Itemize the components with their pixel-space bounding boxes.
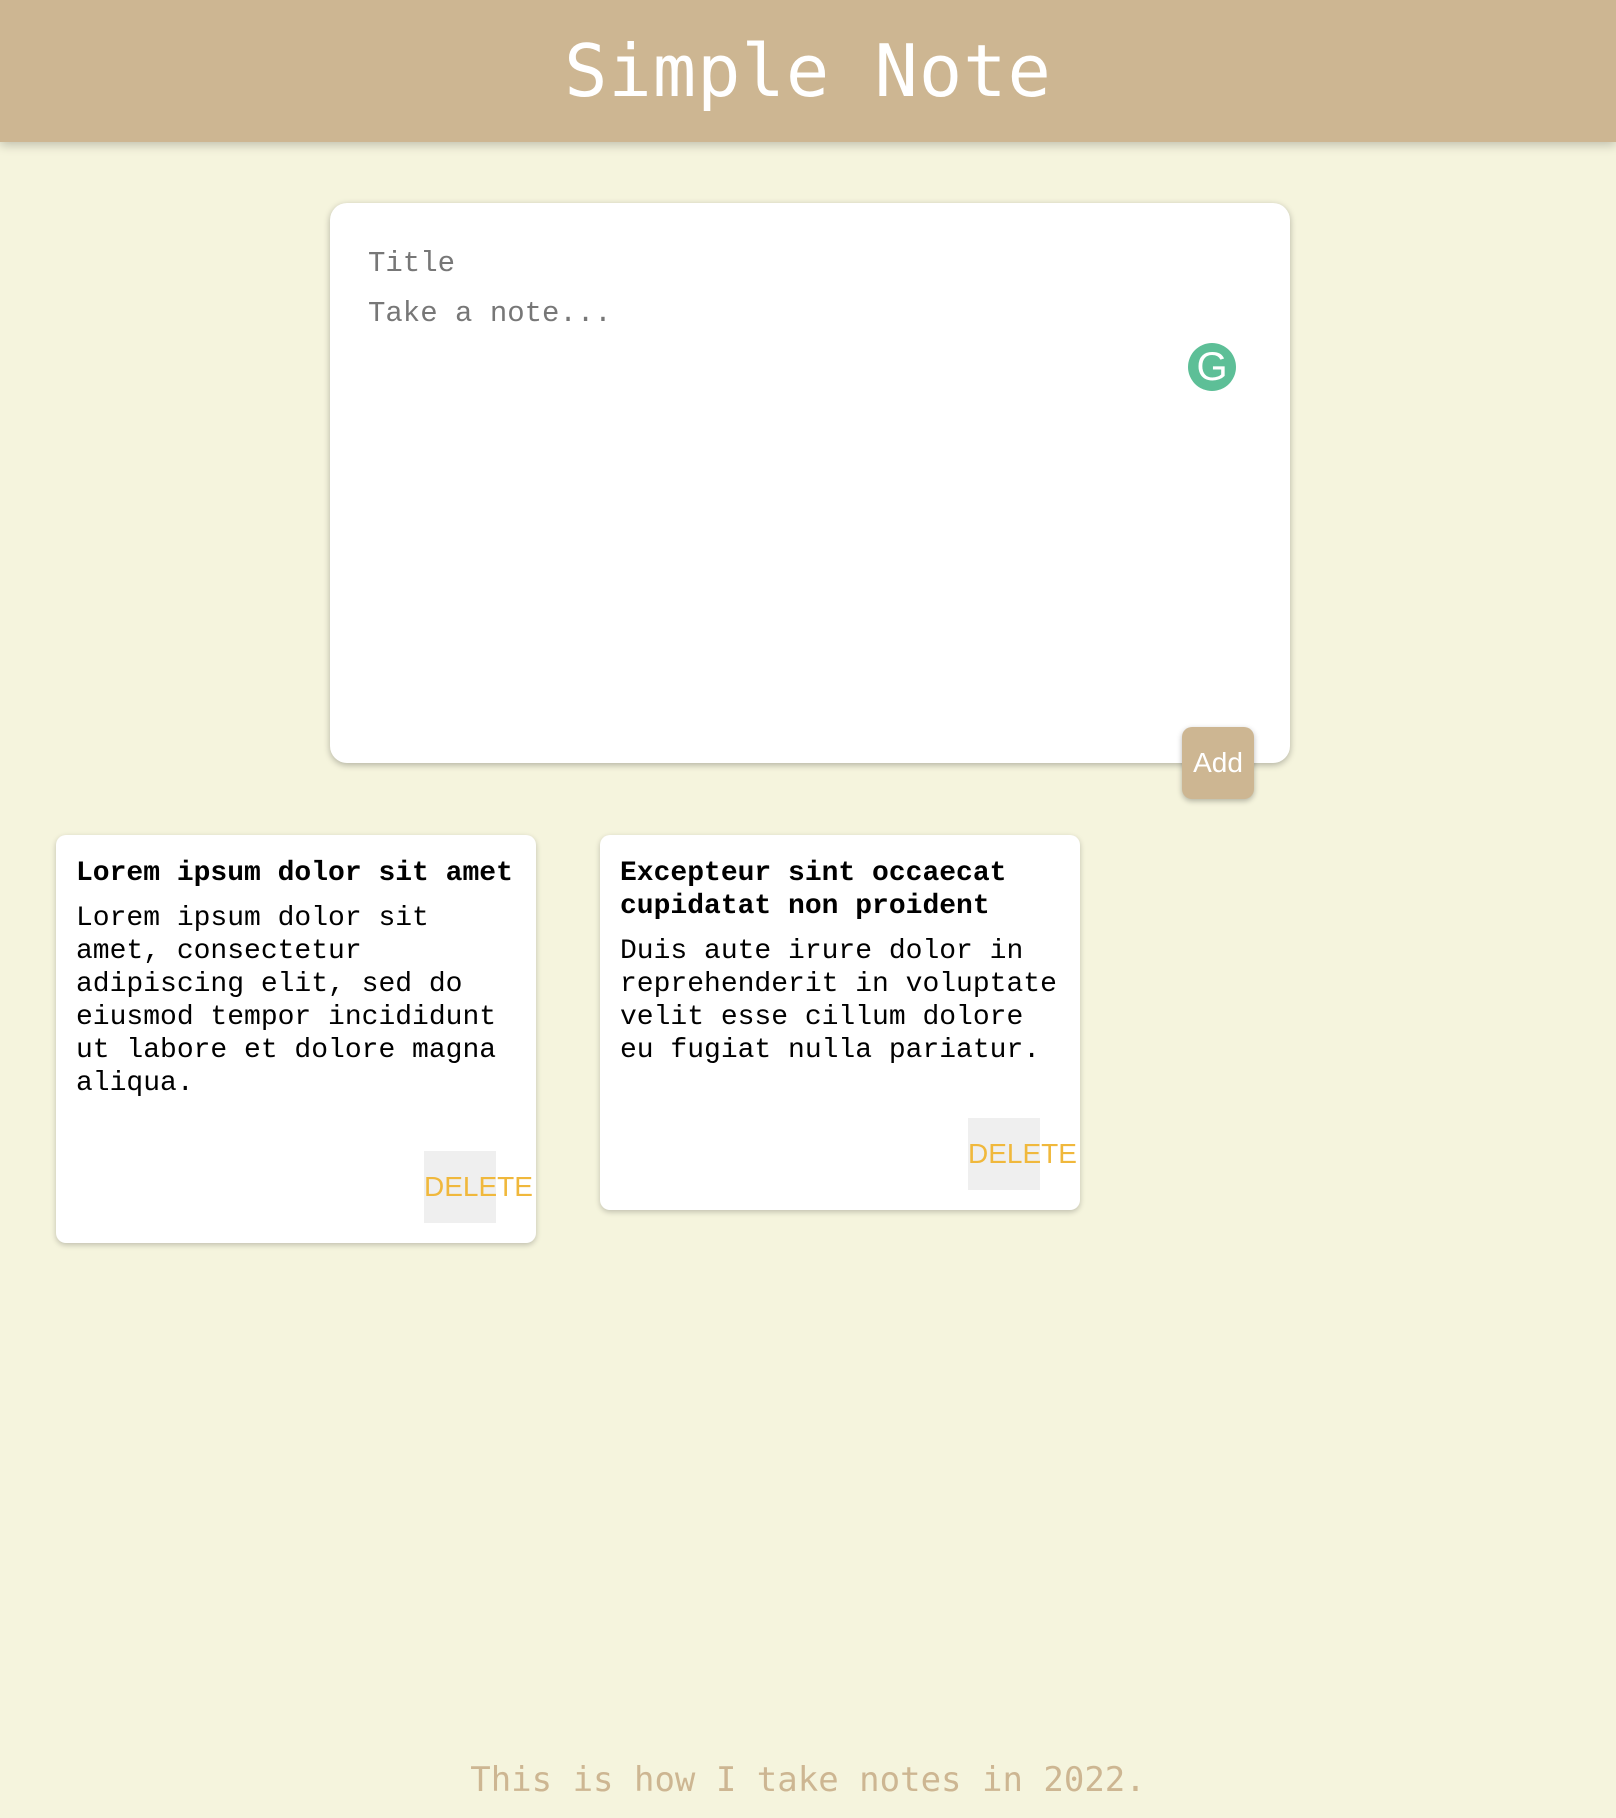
note-composer: G <box>330 203 1290 763</box>
note-content: Lorem ipsum dolor sit amet, consectetur … <box>76 903 497 1099</box>
grammarly-icon[interactable]: G <box>1188 343 1236 391</box>
delete-note-button[interactable]: DELETE <box>968 1118 1077 1190</box>
app-title: Simple Note <box>564 29 1052 113</box>
footer-text: This is how I take notes in 2022. <box>470 1760 1146 1800</box>
note-title-input[interactable] <box>368 243 1248 283</box>
add-note-button[interactable]: Add <box>1182 727 1254 799</box>
note-card: Lorem ipsum dolor sit amet Lorem ipsum d… <box>56 835 536 1243</box>
app-header: Simple Note <box>0 0 1616 142</box>
note-content-textarea[interactable] <box>368 297 1248 717</box>
note-content: Duis aute irure dolor in reprehenderit i… <box>620 936 1057 1066</box>
delete-note-button[interactable]: DELETE <box>424 1151 533 1223</box>
page-footer: This is how I take notes in 2022. <box>0 1760 1616 1800</box>
note-card: Excepteur sint occaecat cupidatat non pr… <box>600 835 1080 1210</box>
note-title: Excepteur sint occaecat cupidatat non pr… <box>620 858 1007 922</box>
note-title: Lorem ipsum dolor sit amet <box>76 858 513 889</box>
